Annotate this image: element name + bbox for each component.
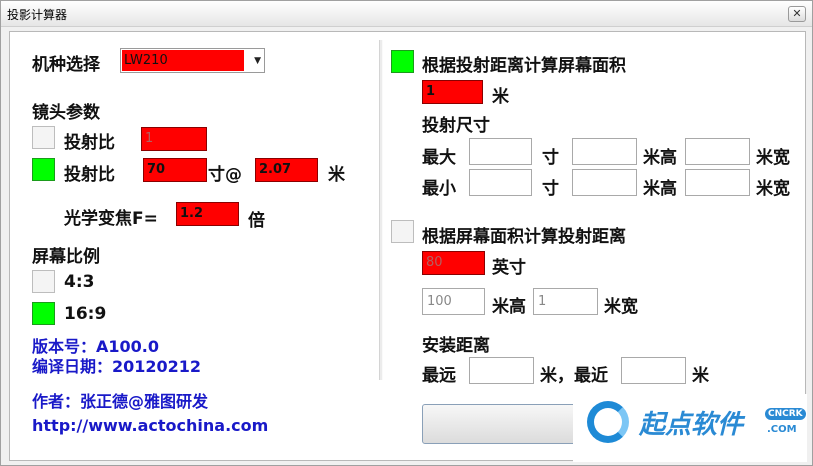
min-height-unit: 米高 bbox=[643, 179, 677, 199]
width-result-unit: 米宽 bbox=[604, 297, 638, 317]
ratio-4-3-label: 4:3 bbox=[64, 272, 95, 292]
title-bar: 投影计算器 ✕ bbox=[1, 1, 812, 27]
min-width-field[interactable] bbox=[685, 169, 750, 196]
watermark-domain: .COM bbox=[767, 424, 797, 435]
min-inch-unit: 寸 bbox=[542, 179, 559, 199]
author-text: 作者：张正德@雅图研发 bbox=[32, 392, 209, 411]
lens-params-heading: 镜头参数 bbox=[32, 103, 100, 123]
max-inch-field[interactable] bbox=[469, 138, 532, 165]
distance-unit-label: 米 bbox=[492, 87, 509, 107]
farthest-label: 最远 bbox=[422, 366, 456, 386]
website-link[interactable]: http://www.actochina.com bbox=[32, 416, 268, 435]
min-label: 最小 bbox=[422, 179, 456, 199]
model-select-label: 机种选择 bbox=[32, 55, 100, 75]
min-width-unit: 米宽 bbox=[756, 179, 790, 199]
chevron-down-icon[interactable]: ▼ bbox=[254, 56, 261, 66]
height-result-field[interactable]: 100 bbox=[422, 288, 485, 315]
throw-ratio-2-checkbox[interactable] bbox=[32, 158, 55, 181]
screen-area-input[interactable]: 80 bbox=[422, 251, 485, 275]
meter-unit-label: 米 bbox=[328, 165, 345, 185]
farthest-field[interactable] bbox=[469, 357, 534, 384]
throw-ratio-1-input[interactable]: 1 bbox=[141, 127, 207, 151]
min-inch-field[interactable] bbox=[469, 169, 532, 196]
optical-zoom-label: 光学变焦F= bbox=[64, 209, 158, 229]
optical-zoom-input[interactable]: 1.2 bbox=[176, 202, 239, 226]
throw-ratio-2-label: 投射比 bbox=[64, 165, 115, 185]
ratio-16-9-checkbox[interactable] bbox=[32, 302, 55, 325]
by-distance-checkbox[interactable] bbox=[391, 50, 414, 73]
inch-at-label: 寸@ bbox=[208, 165, 242, 185]
max-width-unit: 米宽 bbox=[756, 148, 790, 168]
throw-distance-input[interactable]: 2.07 bbox=[255, 158, 318, 182]
app-window: 投影计算器 ✕ 机种选择 LW210 ▼ 镜头参数 投射比 1 投射比 70 寸… bbox=[0, 0, 813, 466]
screen-size-input[interactable]: 70 bbox=[143, 158, 207, 182]
ratio-4-3-checkbox[interactable] bbox=[32, 270, 55, 293]
projection-distance-input[interactable]: 1 bbox=[422, 80, 483, 104]
close-button[interactable]: ✕ bbox=[788, 6, 806, 22]
compile-date-text: 编译日期：20120212 bbox=[32, 357, 202, 376]
max-label: 最大 bbox=[422, 148, 456, 168]
min-height-field[interactable] bbox=[572, 169, 637, 196]
max-height-unit: 米高 bbox=[643, 148, 677, 168]
max-height-field[interactable] bbox=[572, 138, 637, 165]
window-title: 投影计算器 bbox=[7, 8, 68, 22]
width-result-field[interactable]: 1 bbox=[533, 288, 598, 315]
throw-ratio-1-label: 投射比 bbox=[64, 133, 115, 153]
by-distance-heading: 根据投射距离计算屏幕面积 bbox=[422, 56, 626, 76]
column-divider bbox=[379, 40, 383, 380]
watermark-text: 起点软件 bbox=[639, 410, 744, 440]
nearest-unit: 米 bbox=[692, 366, 709, 386]
area-unit-label: 英寸 bbox=[492, 258, 526, 278]
screen-ratio-heading: 屏幕比例 bbox=[32, 247, 100, 267]
zoom-unit-label: 倍 bbox=[248, 211, 265, 231]
model-dropdown[interactable]: LW210 ▼ bbox=[120, 48, 265, 73]
watermark-badge: CNCRK bbox=[765, 408, 806, 420]
max-width-field[interactable] bbox=[685, 138, 750, 165]
model-dropdown-value: LW210 bbox=[122, 50, 244, 71]
install-distance-heading: 安装距离 bbox=[422, 336, 490, 356]
ratio-16-9-label: 16:9 bbox=[64, 304, 107, 324]
height-result-unit: 米高 bbox=[492, 297, 526, 317]
main-panel: 机种选择 LW210 ▼ 镜头参数 投射比 1 投射比 70 寸@ 2.07 米… bbox=[9, 31, 807, 462]
farthest-unit: 米，最近 bbox=[540, 366, 608, 386]
nearest-field[interactable] bbox=[621, 357, 686, 384]
projection-size-heading: 投射尺寸 bbox=[422, 116, 490, 136]
by-area-checkbox[interactable] bbox=[391, 220, 414, 243]
logo-swirl-icon bbox=[587, 401, 629, 443]
watermark-logo: 起点软件 CNCRK .COM bbox=[573, 394, 807, 462]
throw-ratio-1-checkbox[interactable] bbox=[32, 126, 55, 149]
max-inch-unit: 寸 bbox=[542, 148, 559, 168]
by-area-heading: 根据屏幕面积计算投射距离 bbox=[422, 227, 626, 247]
